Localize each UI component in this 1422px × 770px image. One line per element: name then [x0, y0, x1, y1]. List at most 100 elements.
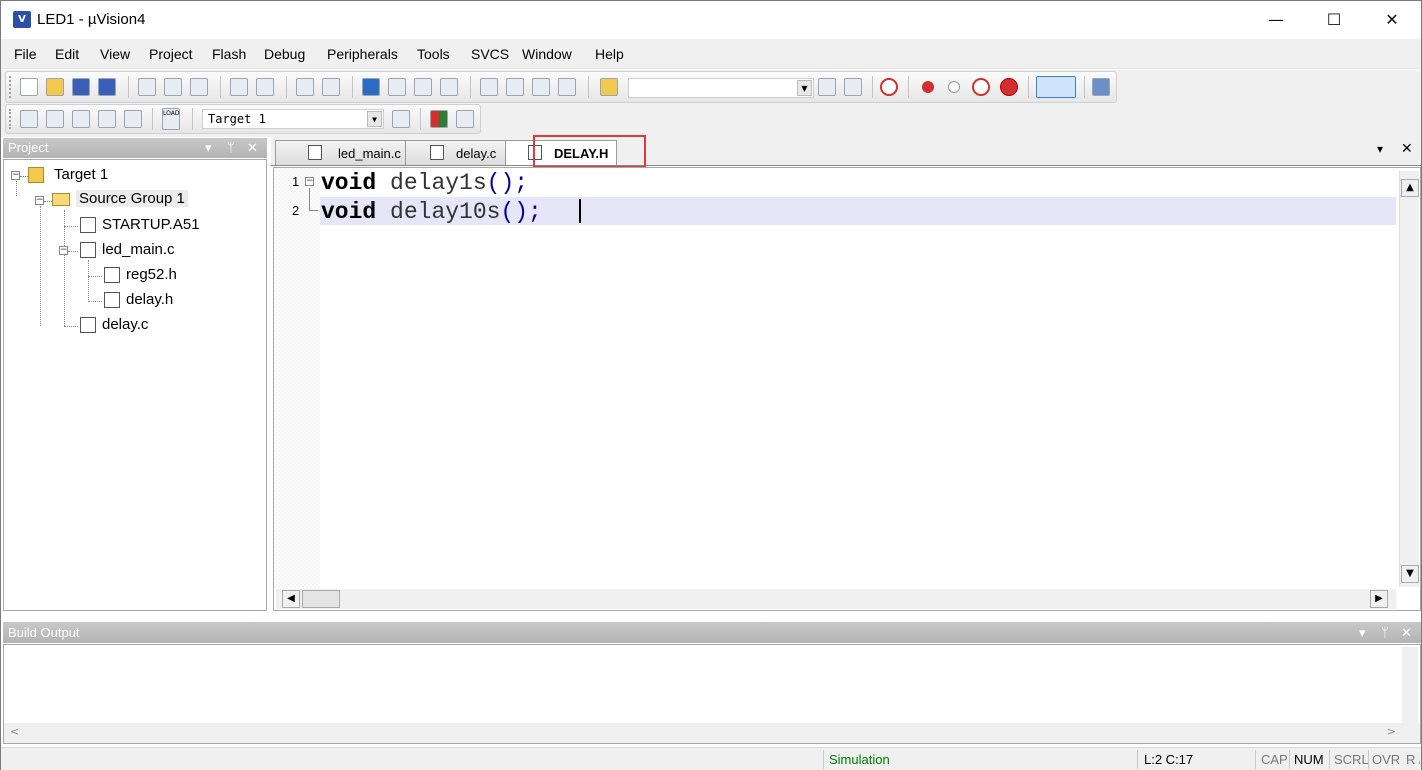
horizontal-scrollbar[interactable]: ◀ ▶: [276, 589, 1396, 609]
code-editor[interactable]: 1 2 − void delay1s(); void delay10s(); ▲…: [273, 167, 1421, 611]
toolbar-separator: [1084, 76, 1085, 98]
tab-led-main-c[interactable]: led_main.c: [275, 140, 411, 165]
collapse-icon[interactable]: −: [11, 171, 20, 180]
rebuild-icon[interactable]: [72, 110, 90, 128]
pane-menu-icon[interactable]: ▾: [1359, 625, 1366, 641]
tree-item-delay-c[interactable]: delay.c: [102, 316, 148, 333]
maximize-button[interactable]: ☐: [1305, 1, 1363, 39]
build-output-pane[interactable]: < >: [3, 644, 1421, 744]
configure-icon[interactable]: [1092, 78, 1110, 96]
window-view-icon[interactable]: [1036, 76, 1076, 98]
tab-delay-c[interactable]: delay.c: [405, 140, 511, 165]
copy-icon[interactable]: [164, 78, 182, 96]
tree-item-source-group-1[interactable]: Source Group 1: [76, 190, 188, 207]
toolbar-separator: [220, 76, 221, 98]
chevron-down-icon[interactable]: ▼: [367, 111, 382, 127]
menu-debug[interactable]: Debug: [264, 46, 305, 62]
minimize-button[interactable]: —: [1247, 1, 1305, 39]
download-icon[interactable]: LOAD: [162, 108, 180, 130]
menu-flash[interactable]: Flash: [212, 46, 246, 62]
batch-build-icon[interactable]: [98, 110, 116, 128]
comment-icon[interactable]: [532, 78, 550, 96]
toolbar-grip[interactable]: [9, 109, 12, 129]
toolbar-separator: [420, 108, 421, 130]
debug-session-icon[interactable]: [880, 78, 898, 96]
toolbar-grip[interactable]: [9, 76, 12, 98]
collapse-icon[interactable]: −: [35, 196, 44, 205]
build-output-header: Build Output ▾ ᛘ ✕: [3, 622, 1421, 643]
scroll-right-icon[interactable]: >: [1387, 725, 1396, 738]
menu-window[interactable]: Window: [522, 46, 572, 62]
next-bookmark-icon[interactable]: [414, 78, 432, 96]
menu-peripherals[interactable]: Peripherals: [327, 46, 398, 62]
open-icon[interactable]: [46, 78, 64, 96]
select-packs-icon[interactable]: [456, 110, 474, 128]
scroll-right-icon[interactable]: ▶: [1370, 590, 1388, 608]
menu-help[interactable]: Help: [595, 46, 624, 62]
menu-svcs[interactable]: SVCS: [471, 46, 509, 62]
redo-icon[interactable]: [256, 78, 274, 96]
disable-all-breakpoints-icon[interactable]: [972, 78, 990, 96]
tree-item-target-1[interactable]: Target 1: [54, 166, 108, 183]
pin-icon[interactable]: ᛘ: [1381, 625, 1389, 640]
clear-bookmarks-icon[interactable]: [440, 78, 458, 96]
uncomment-icon[interactable]: [558, 78, 576, 96]
back-icon[interactable]: [296, 78, 314, 96]
close-icon[interactable]: ✕: [1401, 141, 1413, 157]
scroll-left-icon[interactable]: <: [10, 725, 19, 738]
disable-breakpoint-icon[interactable]: [948, 81, 960, 93]
forward-icon[interactable]: [322, 78, 340, 96]
menu-project[interactable]: Project: [149, 46, 193, 62]
find-icon[interactable]: [818, 78, 836, 96]
folder-icon: [52, 193, 70, 206]
toolbar-separator: [352, 76, 353, 98]
kill-breakpoints-icon[interactable]: [1000, 78, 1018, 96]
scroll-left-icon[interactable]: ◀: [282, 590, 300, 608]
close-icon[interactable]: ✕: [1401, 625, 1412, 641]
fold-icon[interactable]: −: [305, 177, 314, 186]
close-window-button[interactable]: ✕: [1363, 1, 1421, 39]
tree-item-reg52-h[interactable]: reg52.h: [126, 266, 177, 283]
new-file-icon[interactable]: [20, 78, 38, 96]
target-select[interactable]: Target 1 ▼: [202, 109, 384, 129]
incremental-find-icon[interactable]: [844, 78, 862, 96]
menu-file[interactable]: File: [14, 46, 37, 62]
chevron-down-icon[interactable]: ▼: [797, 80, 812, 96]
close-icon[interactable]: ✕: [247, 140, 258, 156]
pin-icon[interactable]: ᛘ: [227, 140, 235, 155]
paste-icon[interactable]: [190, 78, 208, 96]
tree-item-startup-a51[interactable]: STARTUP.A51: [102, 216, 200, 233]
bookmark-icon[interactable]: [362, 78, 380, 96]
vertical-scrollbar[interactable]: [1402, 647, 1418, 723]
save-icon[interactable]: [72, 78, 90, 96]
breakpoint-icon[interactable]: [922, 81, 934, 93]
target-options-icon[interactable]: [392, 110, 410, 128]
scroll-down-icon[interactable]: ▼: [1401, 565, 1419, 583]
tab-list-icon[interactable]: ▾: [1377, 142, 1383, 156]
unindent-icon[interactable]: [506, 78, 524, 96]
scroll-up-icon[interactable]: ▲: [1401, 179, 1419, 197]
build-icon[interactable]: [46, 110, 64, 128]
cut-icon[interactable]: [138, 78, 156, 96]
build-toolbar: LOAD Target 1 ▼: [5, 104, 481, 134]
save-all-icon[interactable]: [98, 78, 116, 96]
tree-item-delay-h[interactable]: delay.h: [126, 291, 173, 308]
tree-item-led-main-c[interactable]: led_main.c: [102, 241, 175, 258]
manage-components-icon[interactable]: [430, 110, 448, 128]
menu-tools[interactable]: Tools: [417, 46, 450, 62]
stop-build-icon[interactable]: [124, 110, 142, 128]
prev-bookmark-icon[interactable]: [388, 78, 406, 96]
scroll-lock-indicator: SCRL: [1334, 752, 1369, 767]
horizontal-scrollbar[interactable]: < >: [4, 723, 1420, 743]
pane-menu-icon[interactable]: ▾: [205, 140, 212, 156]
collapse-icon[interactable]: −: [59, 246, 68, 255]
menu-edit[interactable]: Edit: [55, 46, 79, 62]
indent-icon[interactable]: [480, 78, 498, 96]
scroll-thumb[interactable]: [302, 590, 340, 608]
vertical-scrollbar[interactable]: ▲ ▼: [1399, 171, 1419, 587]
undo-icon[interactable]: [230, 78, 248, 96]
find-in-files-icon[interactable]: [600, 78, 618, 96]
menu-view[interactable]: View: [100, 46, 130, 62]
find-combobox[interactable]: ▼: [628, 78, 814, 98]
translate-icon[interactable]: [20, 110, 38, 128]
